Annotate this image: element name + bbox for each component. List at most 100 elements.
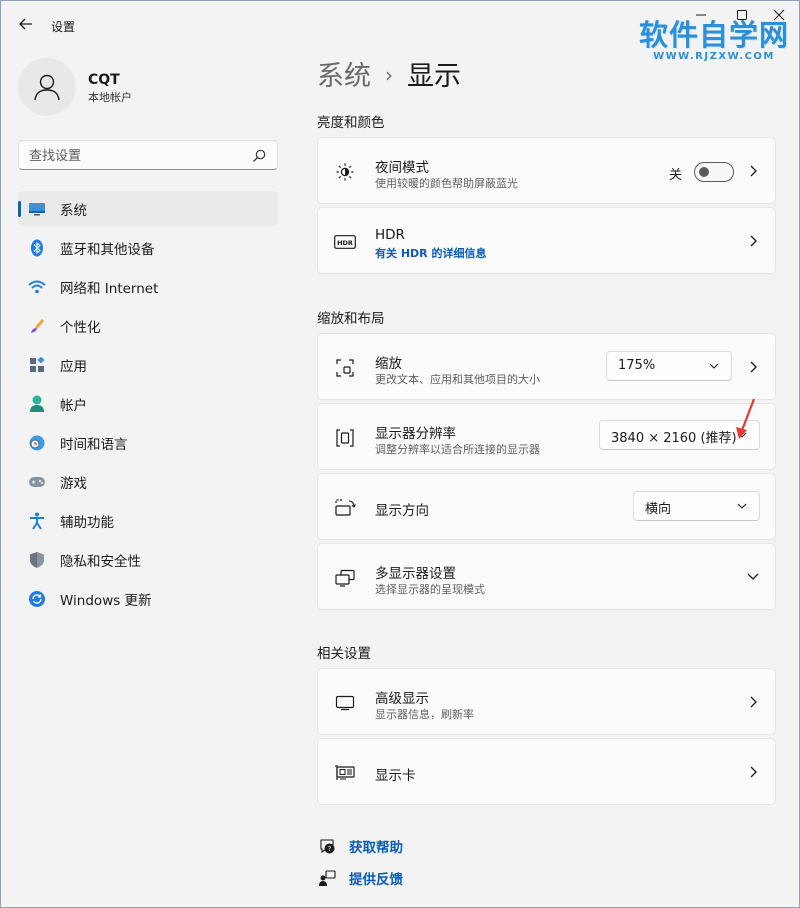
search-box	[18, 140, 278, 170]
sidebar-item-label: 隐私和安全性	[60, 553, 141, 570]
search-icon[interactable]	[251, 148, 267, 164]
sidebar-item-accounts[interactable]: 帐户	[18, 386, 278, 421]
brush-icon	[28, 317, 46, 335]
sidebar-item-apps[interactable]: 应用	[18, 347, 278, 382]
sidebar-item-privacy[interactable]: 隐私和安全性	[18, 542, 278, 577]
toggle-state-label: 关	[669, 168, 683, 183]
chevron-right-icon	[750, 696, 757, 708]
monitor-icon	[28, 200, 46, 218]
scale-dropdown[interactable]: 175%	[606, 351, 732, 381]
user-avatar-icon	[34, 74, 60, 101]
graphics-card-icon	[334, 762, 356, 784]
multi-display-card[interactable]: 多显示器设置 选择显示器的呈现模式	[317, 543, 776, 610]
resolution-card[interactable]: 显示器分辨率 调整分辨率以适合所连接的显示器 3840 × 2160 (推荐)	[317, 403, 776, 470]
multi-monitor-icon	[334, 567, 356, 589]
apps-icon	[28, 356, 46, 374]
advanced-display-card[interactable]: 高级显示 显示器信息，刷新率	[317, 668, 776, 735]
user-name: CQT	[88, 72, 120, 88]
orientation-icon	[334, 497, 356, 519]
hdr-icon: HDR	[334, 231, 356, 253]
sidebar-item-label: 游戏	[60, 475, 87, 492]
chevron-down-icon	[737, 503, 747, 509]
feedback-link[interactable]: 提供反馈	[317, 868, 403, 888]
sidebar-item-time-language[interactable]: 时间和语言	[18, 425, 278, 460]
card-title: 夜间模式	[375, 160, 429, 176]
scale-value: 175%	[618, 358, 656, 373]
sidebar-item-label: 帐户	[60, 397, 87, 414]
sidebar-item-label: 辅助功能	[60, 514, 114, 531]
watermark: 软件自学网 WWW.RJZXW.COM	[639, 19, 789, 63]
sidebar-item-accessibility[interactable]: 辅助功能	[18, 503, 278, 538]
card-title: 显示卡	[375, 768, 416, 784]
graphics-card[interactable]: 显示卡	[317, 738, 776, 805]
sidebar-item-label: 个性化	[60, 319, 101, 336]
card-desc: 显示器信息，刷新率	[375, 708, 474, 721]
scale-card[interactable]: 缩放 更改文本、应用和其他项目的大小 175%	[317, 333, 776, 400]
get-help-label: 获取帮助	[349, 840, 403, 856]
chevron-right-icon	[750, 361, 757, 373]
orientation-dropdown[interactable]: 横向	[633, 491, 760, 521]
hdr-info-link[interactable]: 有关 HDR 的详细信息	[375, 245, 486, 261]
card-title: 高级显示	[375, 691, 429, 707]
sidebar-item-network[interactable]: 网络和 Internet	[18, 269, 278, 304]
avatar[interactable]	[18, 58, 76, 116]
card-desc: 选择显示器的呈现模式	[375, 583, 485, 596]
annotation-arrow-icon	[736, 398, 756, 439]
gamepad-icon	[28, 473, 46, 491]
sidebar-item-label: 时间和语言	[60, 436, 128, 453]
breadcrumb: 系统 › 显示	[317, 57, 461, 95]
section-title-related: 相关设置	[317, 646, 371, 662]
wifi-icon	[28, 278, 46, 296]
sidebar-nav: 系统 蓝牙和其他设备 网络和 Internet 个性化 应用 帐户 时间和语言 …	[18, 191, 278, 620]
app-title: 设置	[51, 20, 76, 34]
get-help-link[interactable]: ? 获取帮助	[317, 836, 403, 856]
watermark-main: 软件自学网	[639, 18, 790, 52]
sidebar-item-system[interactable]: 系统	[18, 191, 278, 226]
svg-text:HDR: HDR	[337, 239, 353, 247]
orientation-value: 横向	[645, 502, 672, 517]
card-desc: 更改文本、应用和其他项目的大小	[375, 373, 540, 386]
card-desc: 使用较暖的颜色帮助屏蔽蓝光	[375, 177, 518, 190]
person-icon	[28, 395, 46, 413]
watermark-sub: WWW.RJZXW.COM	[653, 51, 775, 62]
night-light-toggle[interactable]	[694, 162, 734, 182]
scale-icon	[334, 357, 356, 379]
sidebar-item-gaming[interactable]: 游戏	[18, 464, 278, 499]
bluetooth-icon	[28, 239, 46, 257]
night-light-card[interactable]: 夜间模式 使用较暖的颜色帮助屏蔽蓝光 关	[317, 137, 776, 204]
sidebar-item-windows-update[interactable]: Windows 更新	[18, 581, 278, 616]
breadcrumb-parent[interactable]: 系统	[317, 61, 371, 92]
chevron-right-icon	[750, 766, 757, 778]
chevron-right-icon	[750, 165, 757, 177]
card-title: 显示方向	[375, 503, 429, 519]
card-title: 多显示器设置	[375, 566, 456, 582]
sidebar-item-personalization[interactable]: 个性化	[18, 308, 278, 343]
sidebar-item-label: 网络和 Internet	[60, 280, 159, 297]
section-title-scale-layout: 缩放和布局	[317, 311, 385, 327]
back-button[interactable]	[15, 13, 37, 35]
page-title: 显示	[407, 61, 461, 92]
toggle-knob	[699, 167, 709, 177]
chevron-right-icon	[750, 235, 757, 247]
svg-text:?: ?	[328, 845, 332, 853]
sidebar-item-label: 应用	[60, 358, 87, 375]
resolution-icon	[334, 427, 356, 449]
settings-window: 设置 软件自学网 WWW.RJZXW.COM CQT 本地帐户 查找设置 系统 …	[0, 0, 800, 908]
sidebar-item-label: 蓝牙和其他设备	[60, 241, 155, 258]
chevron-down-icon	[747, 573, 759, 580]
search-input[interactable]	[29, 145, 249, 167]
feedback-label: 提供反馈	[349, 872, 403, 888]
update-icon	[28, 590, 46, 608]
monitor-outline-icon	[334, 692, 356, 714]
globe-clock-icon	[28, 434, 46, 452]
orientation-card[interactable]: 显示方向 横向	[317, 473, 776, 540]
card-title: 显示器分辨率	[375, 426, 456, 442]
card-title: 缩放	[375, 356, 402, 372]
sidebar-item-bluetooth[interactable]: 蓝牙和其他设备	[18, 230, 278, 265]
help-chat-icon: ?	[317, 836, 337, 856]
chevron-down-icon	[709, 363, 719, 369]
arrow-left-icon	[19, 18, 32, 30]
user-account-type: 本地帐户	[88, 91, 132, 104]
accessibility-icon	[28, 512, 46, 530]
hdr-card[interactable]: HDR HDR 有关 HDR 的详细信息	[317, 207, 776, 274]
